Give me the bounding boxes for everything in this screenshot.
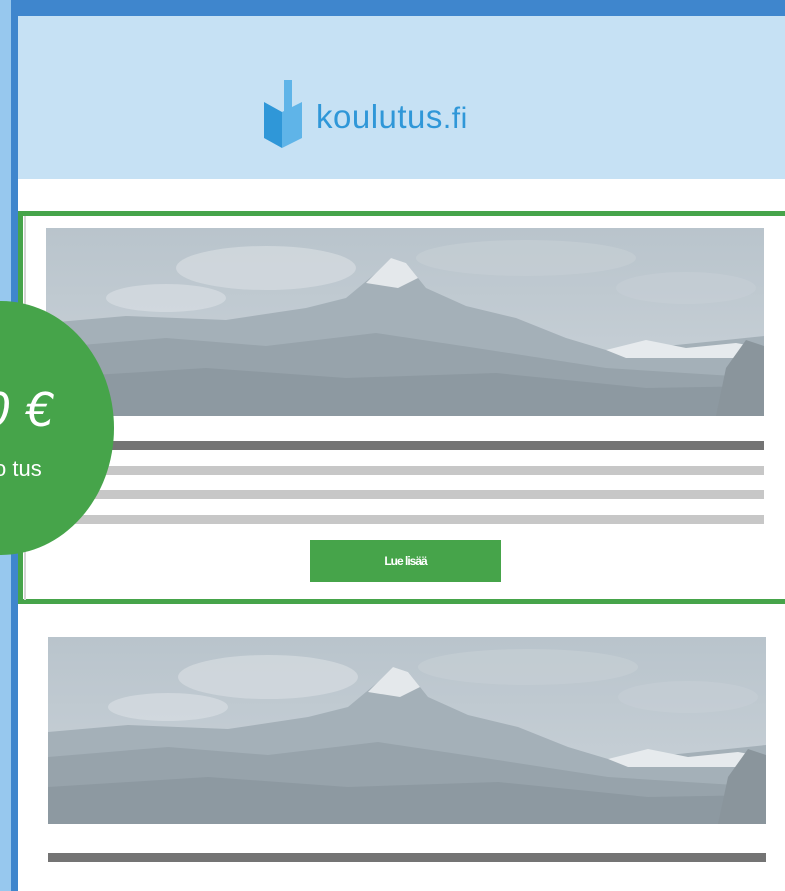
- mountain-hero-image: [46, 228, 764, 416]
- text-line-placeholder: [46, 515, 764, 524]
- book-logo-icon: [264, 80, 302, 148]
- mountain-hero-image: [48, 637, 766, 824]
- text-line-placeholder: [46, 490, 764, 499]
- card-title-placeholder: [48, 853, 766, 862]
- email-header: koulutus.fi: [18, 16, 785, 179]
- frame-border-top: [11, 0, 785, 11]
- brand-wordmark: koulutus.fi: [316, 98, 468, 135]
- card-title-placeholder: [46, 441, 764, 450]
- price-badge-price-wrap: 0 €: [0, 380, 120, 440]
- email-preview: koulutus.fi Lue lisää € o tus: [0, 0, 785, 891]
- brand-logo[interactable]: koulutus.fi: [262, 80, 468, 150]
- read-more-button[interactable]: Lue lisää: [310, 540, 501, 582]
- text-line-placeholder: [46, 466, 764, 475]
- price-badge-label: o tus: [0, 456, 42, 481]
- price-badge-price: 0 €: [0, 383, 56, 437]
